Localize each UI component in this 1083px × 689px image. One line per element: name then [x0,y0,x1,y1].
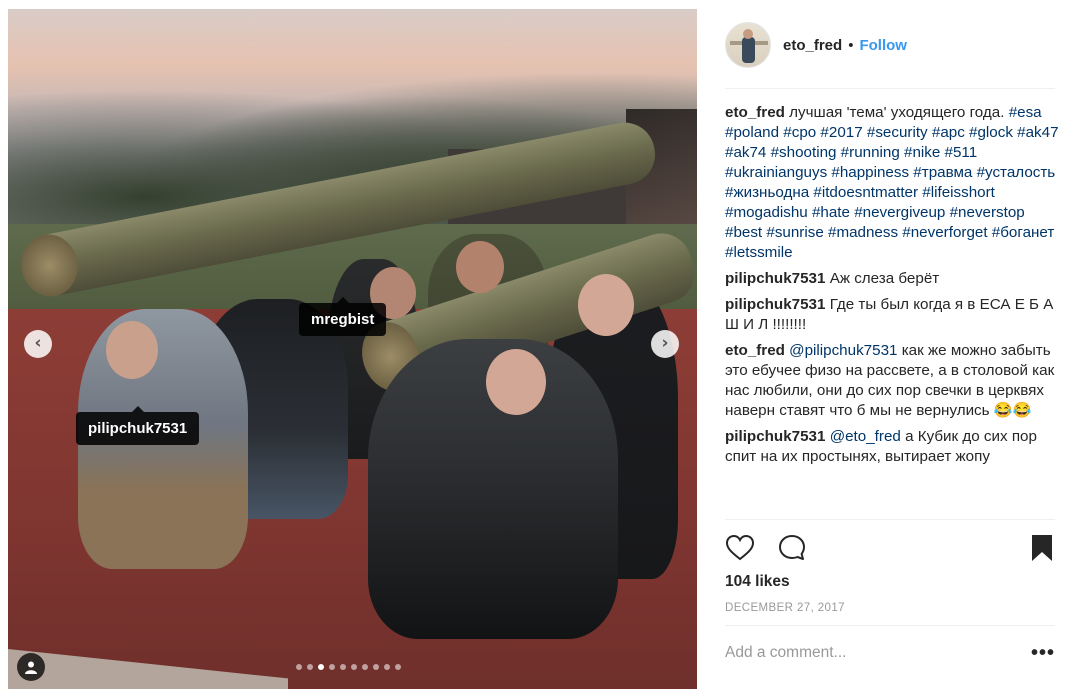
comment-item: pilipchuk7531 Аж слеза берёт [725,269,1065,289]
post-actions [725,533,1057,565]
caption-text: лучшая 'тема' уходящего года. [789,104,1005,121]
user-tag-mregbist[interactable]: mregbist [299,297,387,336]
likes-count[interactable]: 104 likes [725,573,790,591]
carousel-dot[interactable] [296,664,302,670]
post-header: eto_fred • Follow [725,22,907,68]
footer-divider [725,625,1055,626]
carousel-prev-button[interactable]: ‹ [24,330,52,358]
comments-divider [725,519,1055,520]
post-date: DECEMBER 27, 2017 [725,602,845,614]
carousel-dots [296,664,401,670]
heart-icon[interactable] [725,533,755,563]
carousel-dot[interactable] [318,664,324,670]
speech-bubble-icon[interactable] [777,533,807,563]
header-separator: • [848,36,854,54]
carousel-dot[interactable] [307,664,313,670]
comment-mention[interactable]: @eto_fred [830,428,901,445]
comment-item: pilipchuk7531 @eto_fred а Кубик до сих п… [725,427,1065,467]
user-icon [25,661,37,674]
header-divider [725,88,1055,89]
post-side-panel: eto_fred • Follow eto_fred лучшая 'тема'… [697,0,1083,689]
comment-text: Аж слеза берёт [829,270,940,287]
comment-username[interactable]: pilipchuk7531 [725,428,825,445]
comments-list[interactable]: eto_fred лучшая 'тема' уходящего года. #… [725,103,1065,517]
photo-head [456,241,504,293]
photo-head [578,274,634,336]
carousel-dot[interactable] [362,664,368,670]
header-username[interactable]: eto_fred [783,37,842,54]
follow-button[interactable]: Follow [859,37,907,54]
comment-item: pilipchuk7531 Где ты был когда я в ЕСА Е… [725,295,1065,335]
more-options-button[interactable]: ••• [1031,643,1055,663]
comment-username[interactable]: eto_fred [725,342,785,359]
caption-hashtags[interactable]: #esa #poland #cpo #2017 #security #apc #… [725,104,1059,261]
carousel-dot[interactable] [384,664,390,670]
avatar[interactable] [725,22,771,68]
comment-item: eto_fred @pilipchuk7531 как же можно заб… [725,341,1065,421]
add-comment-input[interactable] [725,644,1025,662]
caption-username[interactable]: eto_fred [725,104,785,121]
comment-username[interactable]: pilipchuk7531 [725,270,825,287]
carousel-dot[interactable] [395,664,401,670]
carousel-dot[interactable] [340,664,346,670]
carousel-next-button[interactable]: › [651,330,679,358]
comment-mention[interactable]: @pilipchuk7531 [789,342,897,359]
user-tag-pilipchuk7531[interactable]: pilipchuk7531 [76,406,200,445]
carousel-dot[interactable] [373,664,379,670]
user-tags-icon[interactable] [17,653,45,681]
caption: eto_fred лучшая 'тема' уходящего года. #… [725,103,1065,263]
photo-head [106,321,158,379]
bookmark-icon[interactable] [1027,533,1057,563]
carousel-dot[interactable] [329,664,335,670]
comment-username[interactable]: pilipchuk7531 [725,296,825,313]
carousel-dot[interactable] [351,664,357,670]
photo-head [486,349,546,415]
post-photo[interactable]: mregbist pilipchuk7531 ‹ › [8,9,697,689]
